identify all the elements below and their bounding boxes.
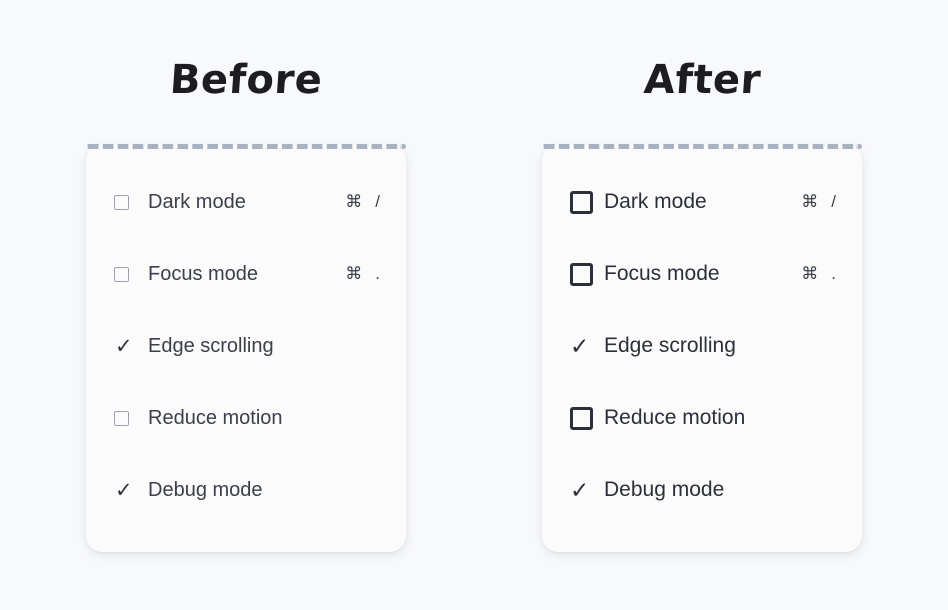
shortcut-key: .: [375, 264, 380, 283]
list-item[interactable]: ✓ Edge scrolling: [542, 310, 862, 382]
list-item-label: Edge scrolling: [604, 334, 736, 357]
list-item[interactable]: ✓ Debug mode: [542, 454, 862, 526]
list-item[interactable]: ✓ Edge scrolling: [86, 310, 406, 382]
checkmark-icon[interactable]: ✓: [114, 480, 148, 501]
comparison-stage: Before Dark mode ⌘ / Focus mode ⌘ . ✓ Ed…: [0, 0, 948, 610]
list-item-label: Reduce motion: [604, 406, 746, 429]
shortcut-key: .: [831, 264, 836, 283]
list-item-label: Debug mode: [604, 478, 725, 501]
shortcut-hint: ⌘ .: [801, 264, 836, 284]
settings-card-before: Dark mode ⌘ / Focus mode ⌘ . ✓ Edge scro…: [86, 144, 406, 552]
checkbox-unchecked-icon[interactable]: [570, 190, 604, 214]
shortcut-hint: ⌘ /: [345, 192, 380, 212]
list-item[interactable]: ✓ Debug mode: [86, 454, 406, 526]
list-item-label: Reduce motion: [148, 406, 283, 429]
command-key-icon: ⌘: [801, 264, 819, 283]
command-key-icon: ⌘: [345, 264, 363, 283]
checkbox-unchecked-icon[interactable]: [114, 194, 148, 210]
settings-list-before: Dark mode ⌘ / Focus mode ⌘ . ✓ Edge scro…: [86, 166, 406, 526]
list-item[interactable]: Focus mode ⌘ .: [86, 238, 406, 310]
list-item-label: Edge scrolling: [148, 334, 274, 357]
checkbox-unchecked-icon[interactable]: [114, 266, 148, 282]
list-item-label: Dark mode: [604, 190, 707, 213]
list-item[interactable]: Reduce motion: [86, 382, 406, 454]
checkmark-icon[interactable]: ✓: [570, 478, 604, 502]
shortcut-hint: ⌘ .: [345, 264, 380, 284]
checkbox-unchecked-icon[interactable]: [570, 406, 604, 430]
shortcut-key: /: [831, 192, 836, 211]
list-item-label: Dark mode: [148, 190, 246, 213]
list-item[interactable]: Focus mode ⌘ .: [542, 238, 862, 310]
settings-card-after: Dark mode ⌘ / Focus mode ⌘ . ✓ Edge scro…: [542, 144, 862, 552]
panel-title-after: After: [641, 57, 763, 103]
settings-list-after: Dark mode ⌘ / Focus mode ⌘ . ✓ Edge scro…: [542, 166, 862, 526]
list-item[interactable]: Reduce motion: [542, 382, 862, 454]
shortcut-key: /: [375, 192, 380, 211]
command-key-icon: ⌘: [345, 192, 363, 211]
list-item-label: Focus mode: [604, 262, 720, 285]
checkmark-icon[interactable]: ✓: [570, 334, 604, 358]
panel-before: Before Dark mode ⌘ / Focus mode ⌘ . ✓ Ed…: [86, 57, 406, 610]
shortcut-hint: ⌘ /: [801, 192, 836, 212]
list-item-label: Debug mode: [148, 478, 263, 501]
command-key-icon: ⌘: [801, 192, 819, 211]
checkbox-unchecked-icon[interactable]: [570, 262, 604, 286]
list-item-label: Focus mode: [148, 262, 259, 285]
panel-after: After Dark mode ⌘ / Focus mode ⌘ . ✓ Edg…: [542, 57, 862, 610]
checkbox-unchecked-icon[interactable]: [114, 410, 148, 426]
checkmark-icon[interactable]: ✓: [114, 336, 148, 357]
list-item[interactable]: Dark mode ⌘ /: [86, 166, 406, 238]
panel-title-before: Before: [168, 57, 324, 103]
list-item[interactable]: Dark mode ⌘ /: [542, 166, 862, 238]
